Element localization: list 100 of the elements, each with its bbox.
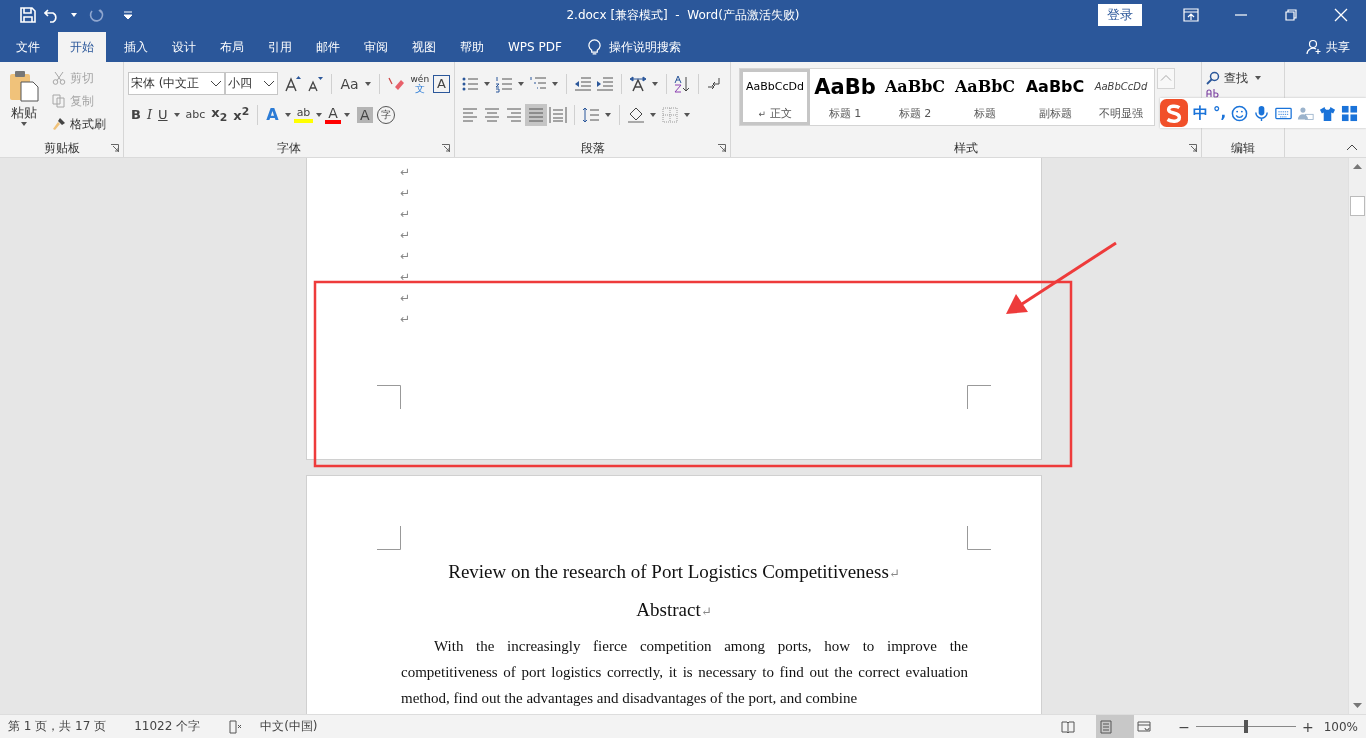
caret-icon[interactable] bbox=[316, 112, 323, 117]
language-indicator[interactable]: 中文(中国) bbox=[260, 718, 318, 735]
caret-icon[interactable] bbox=[484, 81, 490, 86]
person-add-icon[interactable] bbox=[1306, 39, 1322, 55]
redo-icon[interactable] bbox=[88, 7, 104, 23]
font-color-button[interactable]: A bbox=[325, 105, 341, 124]
paragraph-mark: ↵ bbox=[400, 185, 411, 202]
share-button[interactable]: 共享 bbox=[1326, 32, 1350, 62]
ribbon-tab[interactable]: 设计 bbox=[160, 32, 208, 62]
ribbon-tab[interactable]: 插入 bbox=[112, 32, 160, 62]
close-icon[interactable] bbox=[1333, 7, 1349, 23]
italic-button[interactable]: I bbox=[143, 107, 156, 122]
character-shading-button[interactable]: A bbox=[356, 106, 373, 123]
crop-mark bbox=[377, 385, 401, 409]
vertical-scrollbar[interactable] bbox=[1348, 158, 1366, 714]
phonetic-guide-button[interactable]: wén 文 bbox=[410, 74, 430, 93]
ribbon-tab[interactable]: 视图 bbox=[400, 32, 448, 62]
lightbulb-icon[interactable] bbox=[587, 38, 601, 55]
collapse-ribbon-icon[interactable] bbox=[1346, 143, 1358, 151]
underline-button[interactable]: U bbox=[155, 107, 171, 122]
ribbon-tab[interactable]: 布局 bbox=[208, 32, 256, 62]
change-case-button[interactable]: Aa bbox=[337, 75, 362, 92]
dialog-launcher-icon[interactable] bbox=[718, 144, 726, 152]
undo-icon[interactable] bbox=[44, 7, 60, 23]
ribbon-tab[interactable]: 引用 bbox=[256, 32, 304, 62]
ribbon-tab[interactable]: WPS PDF bbox=[496, 32, 574, 62]
login-button[interactable]: 登录 bbox=[1098, 4, 1142, 26]
chevron-down-icon bbox=[210, 80, 223, 87]
search-icon[interactable] bbox=[1206, 71, 1220, 85]
shrink-font-icon[interactable] bbox=[306, 74, 325, 93]
grid-icon[interactable] bbox=[1341, 104, 1359, 122]
align-button[interactable] bbox=[525, 103, 547, 126]
sort-icon[interactable] bbox=[673, 74, 692, 93]
grow-font-icon[interactable] bbox=[284, 74, 303, 93]
group-label: 样式 bbox=[954, 140, 978, 157]
replace-icon[interactable] bbox=[1206, 88, 1220, 98]
page-count[interactable]: 第 1 页，共 17 页 bbox=[8, 718, 107, 735]
zoom-out-button[interactable]: − bbox=[1178, 718, 1190, 735]
sup-button[interactable]: x$^{2}$ bbox=[230, 105, 253, 124]
save-icon[interactable] bbox=[20, 7, 36, 23]
style-item[interactable]: AaBbC 标题 bbox=[950, 69, 1020, 125]
paste-button[interactable]: 粘贴 bbox=[4, 68, 44, 140]
text-direction-icon[interactable] bbox=[628, 74, 647, 93]
ribbon-tab[interactable]: 开始 bbox=[58, 32, 106, 62]
style-item[interactable]: AaBbCcDd 不明显强 bbox=[1090, 69, 1152, 125]
shirt-icon[interactable] bbox=[1319, 104, 1337, 122]
ime-logo-icon[interactable] bbox=[1160, 99, 1188, 127]
proofing-icon[interactable] bbox=[228, 719, 243, 734]
zoom-level[interactable]: 100% bbox=[1323, 719, 1358, 734]
paragraph-mark: ↵ bbox=[400, 269, 411, 286]
find-button[interactable]: 查找 bbox=[1224, 69, 1248, 87]
smiley-icon[interactable] bbox=[1231, 104, 1249, 122]
punctuation-button[interactable]: °, bbox=[1213, 104, 1227, 122]
caret-icon[interactable] bbox=[650, 112, 656, 117]
paint-bucket-icon[interactable] bbox=[627, 105, 645, 124]
line-spacing-icon[interactable] bbox=[582, 105, 600, 124]
text-effects-button[interactable]: A bbox=[263, 105, 282, 124]
highlight-button[interactable]: ab bbox=[293, 106, 314, 123]
microphone-icon[interactable] bbox=[1253, 104, 1271, 122]
ribbon-tab[interactable]: 文件 bbox=[4, 32, 52, 62]
caret-icon[interactable] bbox=[343, 112, 350, 117]
ribbon-tab[interactable]: 审阅 bbox=[352, 32, 400, 62]
style-item[interactable]: AaBbC 副标题 bbox=[1020, 69, 1090, 125]
restore-icon[interactable] bbox=[1283, 7, 1299, 23]
bold-button[interactable]: B bbox=[128, 107, 144, 122]
input-mode-button[interactable]: 中 bbox=[1193, 103, 1208, 123]
caret-icon[interactable] bbox=[684, 112, 690, 117]
painter-button[interactable]: 格式刷 bbox=[52, 114, 106, 134]
font-size-field[interactable]: 小四 bbox=[225, 72, 279, 95]
zoom-in-button[interactable]: + bbox=[1301, 718, 1314, 735]
character-border-button[interactable]: A bbox=[433, 74, 450, 93]
customize-icon[interactable] bbox=[122, 9, 134, 21]
dialog-launcher-icon[interactable] bbox=[1189, 144, 1197, 152]
style-item[interactable]: AaBbCcDd ↵ 正文 bbox=[740, 69, 810, 125]
strike-button[interactable]: abc bbox=[182, 108, 209, 121]
dialog-launcher-icon[interactable] bbox=[442, 144, 450, 152]
caret-icon[interactable] bbox=[364, 81, 371, 86]
caret-icon[interactable] bbox=[284, 112, 291, 117]
print-view-button[interactable] bbox=[1096, 715, 1135, 738]
decrease-indent-icon[interactable] bbox=[573, 74, 592, 93]
caret-icon[interactable] bbox=[1255, 76, 1261, 80]
caret-icon[interactable] bbox=[71, 13, 77, 17]
ribbon-tab[interactable]: 邮件 bbox=[304, 32, 352, 62]
caret-icon[interactable] bbox=[552, 81, 558, 86]
ribbon-display-icon[interactable] bbox=[1183, 7, 1199, 23]
style-item[interactable]: AaBbC 标题 2 bbox=[880, 69, 950, 125]
dialog-launcher-icon[interactable] bbox=[111, 144, 119, 152]
tell-me-search[interactable]: 操作说明搜索 bbox=[608, 32, 681, 62]
caret-icon[interactable] bbox=[173, 112, 180, 117]
sub-button[interactable]: x$_{2}$ bbox=[208, 105, 231, 124]
scroll-thumb[interactable] bbox=[1350, 196, 1365, 216]
caret-icon[interactable] bbox=[21, 122, 27, 126]
ribbon-tab[interactable]: 帮助 bbox=[448, 32, 496, 62]
caret-icon[interactable] bbox=[605, 112, 611, 117]
style-item[interactable]: AaBb 标题 1 bbox=[810, 69, 880, 125]
word-count[interactable]: 11022 个字 bbox=[134, 718, 201, 735]
caret-icon[interactable] bbox=[651, 81, 658, 86]
increase-indent-icon[interactable] bbox=[595, 74, 614, 93]
caret-icon[interactable] bbox=[518, 81, 524, 86]
font-name-field[interactable]: 宋体 (中文正 bbox=[128, 72, 226, 95]
